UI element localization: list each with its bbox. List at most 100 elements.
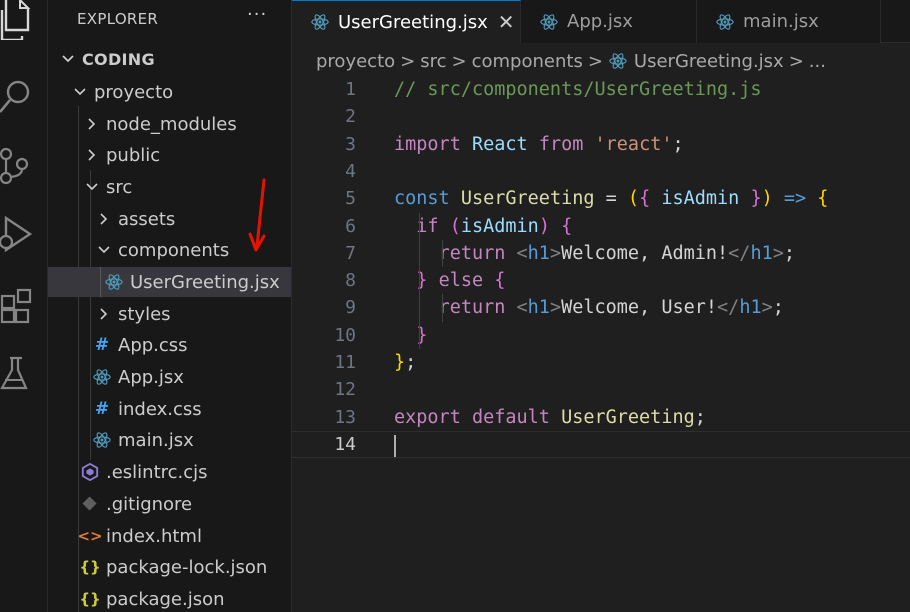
code-token: from xyxy=(538,133,584,155)
code-token: ( xyxy=(449,215,461,237)
breadcrumb-separator: > xyxy=(451,50,467,72)
red-arrow-down-icon xyxy=(248,178,266,252)
code-line[interactable]: 11}; xyxy=(292,349,910,376)
section-title: CODING xyxy=(82,49,155,69)
code-line[interactable]: 13 export default UserGreeting; xyxy=(292,404,910,431)
tab-app[interactable]: App.jsx xyxy=(521,0,697,43)
run-debug-icon[interactable] xyxy=(0,214,40,254)
tree-item-label: App.css xyxy=(118,334,188,356)
breadcrumb-item[interactable]: proyecto xyxy=(316,51,395,72)
code-line[interactable]: 5 const UserGreeting = ({ isAdmin }) => { xyxy=(292,185,910,212)
code-line[interactable]: 12 xyxy=(292,376,910,403)
testing-icon[interactable] xyxy=(0,354,40,394)
code-line[interactable]: 6 if (isAdmin) { xyxy=(292,213,910,240)
code-line[interactable]: 10 } xyxy=(292,322,910,349)
tree-item-label: src xyxy=(106,176,133,198)
tree-item-label: proyecto xyxy=(94,81,174,103)
code-token: > xyxy=(761,297,773,319)
tree-item-package-json[interactable]: {} package.json xyxy=(48,584,291,612)
tree-item-label: styles xyxy=(118,303,171,325)
code-token: isAdmin xyxy=(661,188,740,210)
tree-item-label: .eslintrc.cjs xyxy=(106,461,208,483)
extensions-icon[interactable] xyxy=(0,286,40,326)
code-token: const xyxy=(394,188,450,210)
tree-item-app-css[interactable]: # App.css xyxy=(48,330,291,360)
code-token: h1 xyxy=(739,297,762,319)
code-token: Welcome, User! xyxy=(561,297,718,319)
code-text: const UserGreeting = ({ isAdmin }) => { xyxy=(394,188,828,209)
breadcrumb-item[interactable]: components xyxy=(472,51,583,72)
files-icon[interactable] xyxy=(0,0,40,42)
tree-item-node-modules[interactable]: node_modules xyxy=(48,109,291,139)
tree-item-eslintrc[interactable]: .eslintrc.cjs xyxy=(48,457,291,487)
tree-item-styles[interactable]: styles xyxy=(48,299,291,329)
chevron-down-icon xyxy=(60,51,76,67)
tab-main[interactable]: main.jsx xyxy=(697,0,881,43)
explorer-title: EXPLORER xyxy=(77,10,159,28)
react-icon xyxy=(539,12,559,32)
code-token: h1 xyxy=(527,297,550,319)
tree-item-app-jsx[interactable]: App.jsx xyxy=(48,362,291,392)
react-icon xyxy=(310,12,330,32)
indent-guide xyxy=(442,239,443,268)
code-token: import xyxy=(394,133,461,155)
tree-item-usergreeting[interactable]: UserGreeting.jsx xyxy=(48,267,291,297)
git-icon xyxy=(80,494,100,514)
tree-item-index-html[interactable]: <> index.html xyxy=(48,521,291,551)
code-token: // src/components/UserGreeting.js xyxy=(394,79,762,100)
code-line[interactable]: 8 } else { xyxy=(292,267,910,294)
code-line[interactable]: 3 import React from 'react'; xyxy=(292,131,910,158)
source-control-icon[interactable] xyxy=(0,146,40,186)
code-token: return xyxy=(438,242,506,264)
code-token: UserGreeting xyxy=(561,406,695,428)
more-actions-icon[interactable]: ··· xyxy=(247,4,267,25)
search-icon[interactable] xyxy=(0,76,40,116)
json-icon: {} xyxy=(79,558,101,576)
tab-usergreeting[interactable]: UserGreeting.jsx ✕ xyxy=(292,0,521,43)
tree-item-label: index.html xyxy=(106,525,202,547)
tree-item-label: public xyxy=(106,144,161,166)
breadcrumb-item[interactable]: ... xyxy=(809,51,826,72)
line-number: 4 xyxy=(345,160,356,182)
breadcrumb-item[interactable]: UserGreeting.jsx xyxy=(634,51,784,72)
tree-item-main-jsx[interactable]: main.jsx xyxy=(48,425,291,455)
tree-item-public[interactable]: public xyxy=(48,140,291,170)
breadcrumb: proyecto > src > components > UserGreeti… xyxy=(316,48,826,74)
code-token: > xyxy=(772,242,784,264)
close-icon[interactable]: ✕ xyxy=(498,10,515,34)
line-number: 14 xyxy=(334,433,356,455)
tree-item-label: components xyxy=(118,239,230,261)
code-line[interactable]: 7 return <h1>Welcome, Admin!</h1>; xyxy=(292,240,910,267)
code-text: return <h1>Welcome, Admin!</h1>; xyxy=(394,243,795,264)
code-token: 'react' xyxy=(594,133,673,155)
code-token: React xyxy=(471,133,528,155)
code-line[interactable]: 14 xyxy=(292,430,910,458)
code-line[interactable]: 1 // src/components/UserGreeting.js xyxy=(292,76,910,103)
code-line[interactable]: 2 xyxy=(292,103,910,130)
breadcrumb-item[interactable]: src xyxy=(420,51,446,72)
section-coding[interactable]: CODING xyxy=(48,44,291,74)
chevron-right-icon xyxy=(84,116,100,132)
tree-item-proyecto[interactable]: proyecto xyxy=(48,77,291,107)
line-number: 1 xyxy=(345,79,356,100)
code-token: { xyxy=(817,188,829,210)
tree-item-package-lock[interactable]: {} package-lock.json xyxy=(48,552,291,582)
tree-item-gitignore[interactable]: .gitignore xyxy=(48,489,291,519)
code-line[interactable]: 4 xyxy=(292,158,910,185)
code-token: { xyxy=(561,215,573,237)
code-token: ) xyxy=(761,188,773,210)
code-token: > xyxy=(549,297,562,319)
line-number: 7 xyxy=(345,242,356,264)
code-token: ; xyxy=(405,352,417,373)
json-icon: {} xyxy=(79,590,101,608)
code-line[interactable]: 9 return <h1>Welcome, User!</h1>; xyxy=(292,294,910,321)
code-text: }; xyxy=(394,352,416,373)
tree-item-index-css[interactable]: # index.css xyxy=(48,394,291,424)
